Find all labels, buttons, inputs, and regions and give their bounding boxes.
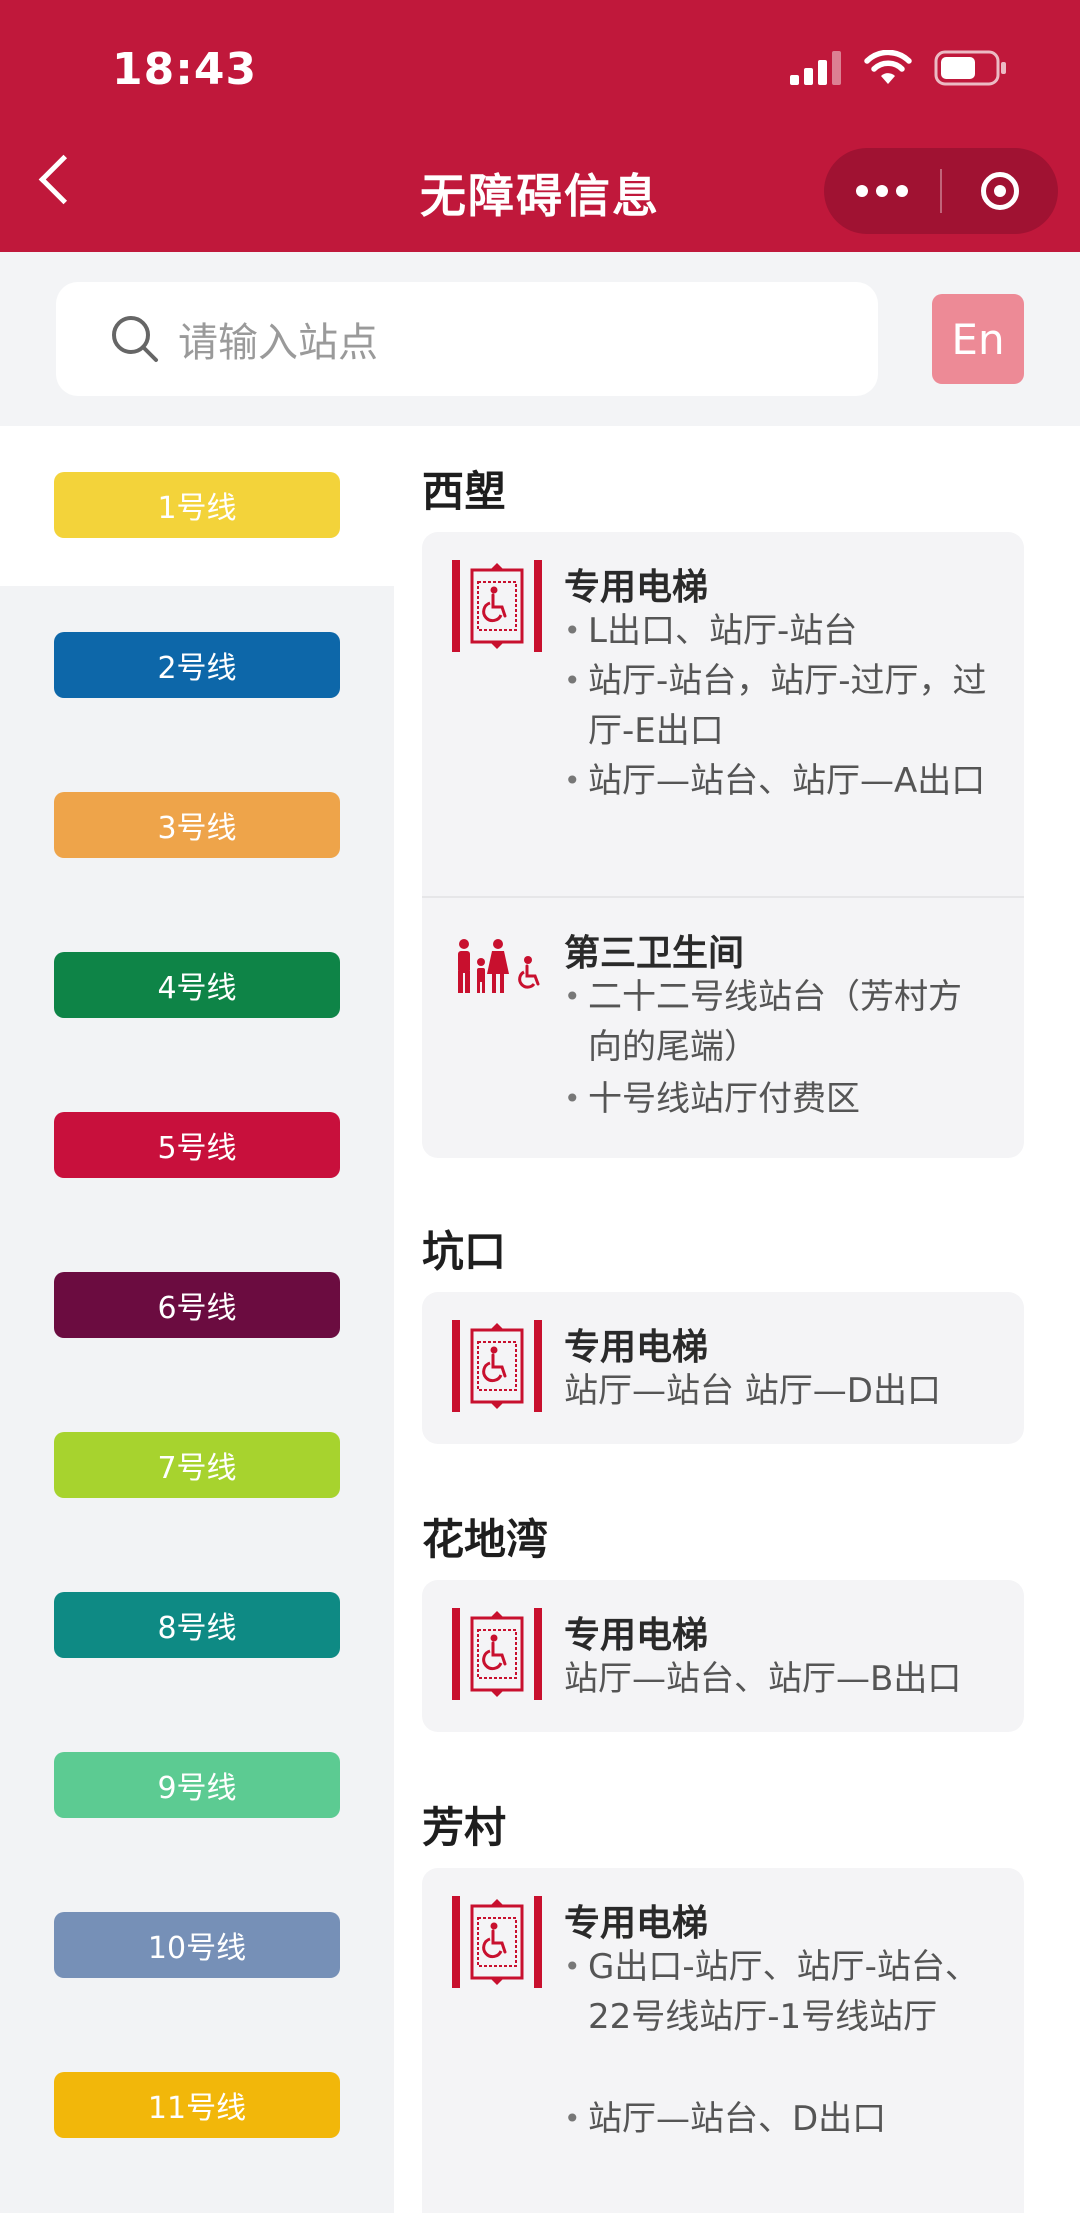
facility-title: 第三卫生间 bbox=[564, 933, 745, 974]
signal-icon bbox=[790, 51, 841, 85]
station-card: 专用电梯 站厅—站台、站厅—B出口 bbox=[422, 1580, 1024, 1732]
line-pill[interactable]: 8号线 bbox=[54, 1592, 340, 1658]
station-name: 花地湾 bbox=[422, 1515, 549, 1564]
station-card: 专用电梯 • G出口-站厅、站厅-站台、22号线站厅-1号线站厅 • 站厅—站台、D… bbox=[422, 1868, 1024, 2213]
line-pill[interactable]: 6号线 bbox=[54, 1272, 340, 1338]
station-name: 芳村 bbox=[422, 1803, 507, 1852]
facility-title: 专用电梯 bbox=[564, 1615, 709, 1656]
status-icons bbox=[790, 50, 1008, 86]
facility-elevator: 专用电梯 站厅—站台、站厅—B出口 bbox=[422, 1580, 1024, 1732]
station-card: 专用电梯 • L出口、站厅-站台 • 站厅-站台，站厅-过厅，过厅-E出口 • 站厅—… bbox=[422, 532, 1024, 1158]
sidebar-line-item[interactable]: 1号线 bbox=[0, 426, 394, 586]
facility-text: 站厅—站台、站厅—B出口 bbox=[564, 1659, 962, 1699]
line-sidebar: 1号线 2号线 3号线 4号线 5号线 6号线 7号线 8号线 9号线 10号线 11号线 bbox=[0, 426, 394, 2213]
sidebar-line-item[interactable]: 2号线 bbox=[0, 586, 394, 746]
search-icon bbox=[112, 316, 158, 362]
sidebar-line-item[interactable]: 10号线 bbox=[0, 1866, 394, 2026]
line-pill[interactable]: 5号线 bbox=[54, 1112, 340, 1178]
facility-text: 站厅—站台 站厅—D出口 bbox=[564, 1371, 941, 1411]
facility-elevator: 专用电梯 站厅—站台 站厅—D出口 bbox=[422, 1292, 1024, 1444]
facility-title: 专用电梯 bbox=[564, 1903, 709, 1944]
line-pill[interactable]: 7号线 bbox=[54, 1432, 340, 1498]
sidebar-line-item[interactable]: 8号线 bbox=[0, 1546, 394, 1706]
facility-title: 专用电梯 bbox=[564, 1327, 709, 1368]
family-restroom-icon bbox=[452, 938, 548, 1000]
more-options-icon[interactable] bbox=[824, 185, 940, 197]
line-pill[interactable]: 10号线 bbox=[54, 1912, 340, 1978]
station-card: 专用电梯 站厅—站台 站厅—D出口 bbox=[422, 1292, 1024, 1444]
mini-program-capsule bbox=[824, 148, 1058, 234]
line-pill[interactable]: 4号线 bbox=[54, 952, 340, 1018]
close-program-icon[interactable] bbox=[942, 172, 1058, 210]
line-pill[interactable]: 11号线 bbox=[54, 2072, 340, 2138]
search-input[interactable]: 请输入站点 bbox=[56, 282, 878, 396]
line-pill[interactable]: 9号线 bbox=[54, 1752, 340, 1818]
line-pill[interactable]: 3号线 bbox=[54, 792, 340, 858]
elevator-icon bbox=[452, 560, 542, 656]
sidebar-line-item[interactable]: 11号线 bbox=[0, 2026, 394, 2186]
elevator-icon bbox=[452, 1896, 542, 1992]
line-pill[interactable]: 2号线 bbox=[54, 632, 340, 698]
station-list: 西塱 专用电梯 • L出口、站厅-站台 • 站厅-站台，站厅-过厅，过厅-E出口 •… bbox=[394, 426, 1080, 2213]
sidebar-line-item[interactable]: 6号线 bbox=[0, 1226, 394, 1386]
status-time: 18:43 bbox=[112, 44, 258, 95]
elevator-icon bbox=[452, 1608, 542, 1704]
sidebar-line-item[interactable]: 9号线 bbox=[0, 1706, 394, 1866]
battery-icon bbox=[934, 50, 1006, 86]
station-name: 坑口 bbox=[422, 1227, 507, 1276]
facility-restroom: 第三卫生间 • 二十二号线站台（芳村方向的尾端） • 十号线站厅付费区 bbox=[422, 896, 1024, 1160]
title-bar: 18:43 无障碍信息 bbox=[0, 0, 1080, 252]
line-pill[interactable]: 1号线 bbox=[54, 472, 340, 538]
sidebar-line-item[interactable]: 5号线 bbox=[0, 1066, 394, 1226]
station-name: 西塱 bbox=[422, 467, 507, 516]
facility-elevator: 专用电梯 • L出口、站厅-站台 • 站厅-站台，站厅-过厅，过厅-E出口 • 站厅—… bbox=[422, 532, 1024, 896]
wifi-icon bbox=[864, 50, 912, 84]
facility-title: 专用电梯 bbox=[564, 567, 709, 608]
sidebar-line-item[interactable]: 7号线 bbox=[0, 1386, 394, 1546]
sidebar-line-item[interactable]: 4号线 bbox=[0, 906, 394, 1066]
elevator-icon bbox=[452, 1320, 542, 1416]
facility-elevator: 专用电梯 • G出口-站厅、站厅-站台、22号线站厅-1号线站厅 • 站厅—站台、D… bbox=[422, 1868, 1024, 2208]
search-placeholder: 请输入站点 bbox=[178, 320, 378, 366]
sidebar-line-item[interactable]: 3号线 bbox=[0, 746, 394, 906]
language-toggle-button[interactable]: En bbox=[932, 294, 1024, 384]
